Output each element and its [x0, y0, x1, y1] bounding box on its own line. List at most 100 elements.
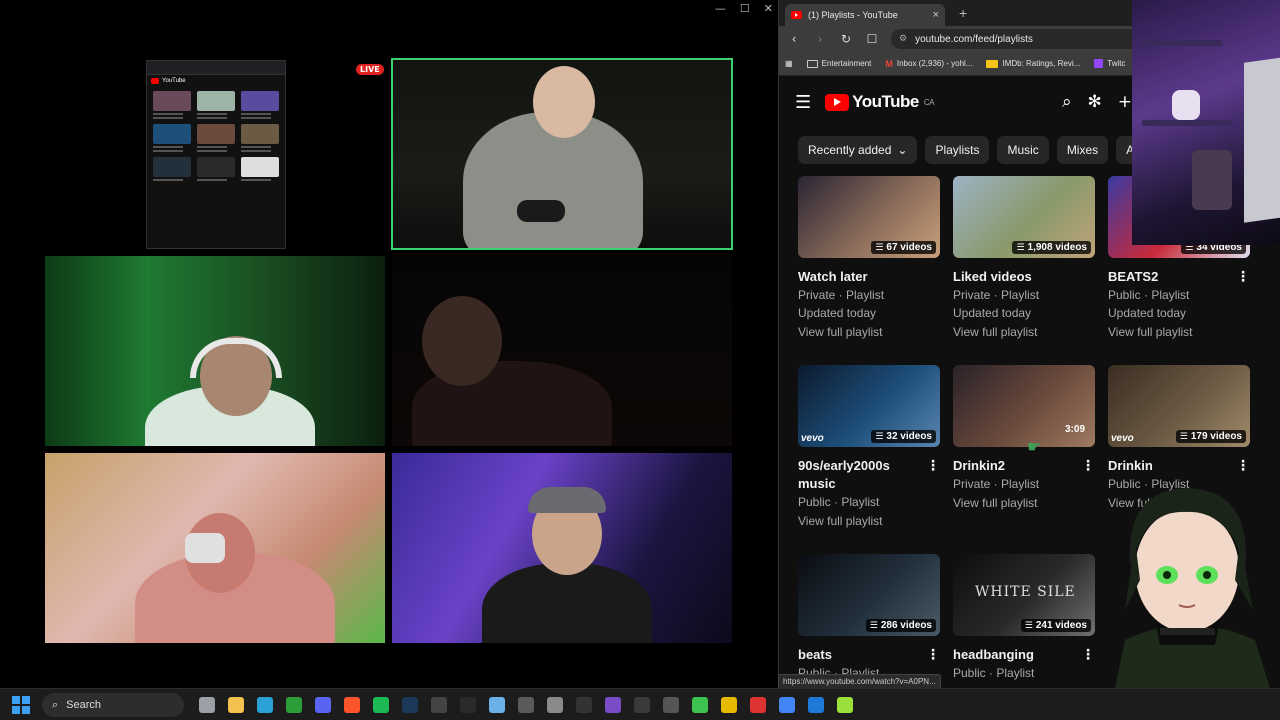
discord-icon-glyph [314, 696, 331, 713]
reload-button[interactable]: ↻ [839, 32, 853, 46]
chrome-2-icon[interactable] [772, 691, 801, 719]
bookmark-imdb[interactable]: IMDb: Ratings, Revi... [986, 59, 1080, 68]
bookmark-twitch[interactable]: Twitc [1094, 59, 1126, 68]
camera-icon[interactable] [656, 691, 685, 719]
playlist-thumbnail[interactable]: ☰ 67 videos [798, 176, 940, 258]
search-icon[interactable]: ⌕ [1062, 92, 1072, 112]
file-explorer-icon-glyph [227, 696, 244, 713]
mini-card [241, 157, 279, 181]
tab-youtube-playlists[interactable]: (1) Playlists - YouTube × [785, 4, 945, 26]
playlist-thumbnail[interactable]: ☰ 1,908 videos [953, 176, 1095, 258]
more-actions-icon[interactable]: ⋮ [926, 457, 940, 475]
add-icon[interactable]: + [1118, 92, 1132, 112]
taskbar-search[interactable]: ⌕ Search [42, 692, 184, 717]
playlist-card[interactable]: vevo ☰ 32 videos 90s/early2000s music ⋮ Publi… [798, 365, 940, 530]
bookmark-page-button[interactable]: ☐ [865, 32, 879, 46]
chip-mixes[interactable]: Mixes [1056, 136, 1109, 164]
youtube-logo[interactable]: YouTube CA [825, 92, 934, 112]
play-green-icon-glyph [691, 696, 708, 713]
participant-tile-4[interactable] [45, 453, 385, 643]
more-actions-icon[interactable]: ⋮ [1236, 268, 1250, 286]
play-green-icon[interactable] [685, 691, 714, 719]
more-actions-icon[interactable]: ⋮ [926, 646, 940, 664]
epic-games-icon-glyph [459, 696, 476, 713]
chip-label: Mixes [1066, 143, 1099, 157]
playlist-card[interactable]: ☰ 1,908 videos Liked videos Private · Playl… [953, 176, 1095, 341]
notepad-icon[interactable] [482, 691, 511, 719]
brave-icon[interactable] [337, 691, 366, 719]
participant-tile-5[interactable] [392, 453, 732, 643]
settings-icon-glyph [546, 696, 563, 713]
spotify-icon[interactable] [366, 691, 395, 719]
view-full-playlist-link[interactable]: View full playlist [798, 512, 940, 530]
participant-tile-3[interactable] [392, 256, 732, 446]
view-full-playlist-link[interactable]: View full playlist [1108, 323, 1250, 341]
view-full-playlist-link[interactable]: View full playlist [953, 494, 1095, 512]
playlist-card[interactable]: WHITE SILE ☰ 241 videos headbanging ⋮ Public … [953, 554, 1095, 682]
edge-icon[interactable] [250, 691, 279, 719]
minimize-button[interactable]: — [715, 2, 726, 15]
apps-icon[interactable]: ▦ [785, 59, 793, 68]
tab-close-icon[interactable]: × [933, 9, 939, 21]
video-count: 179 videos [1190, 431, 1242, 442]
vivaldi-icon[interactable] [743, 691, 772, 719]
screen-share-tile[interactable]: YouTube [146, 60, 286, 249]
view-full-playlist-link[interactable]: View full playlist [798, 323, 940, 341]
chip-music[interactable]: Music [997, 136, 1049, 164]
chip-recently-added[interactable]: Recently added ⌄ [798, 136, 918, 164]
chrome-icon[interactable] [714, 691, 743, 719]
playlist-title[interactable]: headbanging [953, 647, 1034, 662]
blue-app-icon[interactable] [801, 691, 830, 719]
obs-icon[interactable] [424, 691, 453, 719]
playlist-title[interactable]: Drinkin2 [953, 458, 1005, 473]
webcam-shelf [1142, 40, 1222, 46]
xbox-icon[interactable] [279, 691, 308, 719]
thumbnail-overlay-text: WHITE SILE [975, 584, 1076, 600]
file-explorer-icon[interactable] [221, 691, 250, 719]
bookmark-inbox[interactable]: M Inbox (2,936) - yohl... [885, 59, 972, 69]
close-button[interactable]: ✕ [764, 2, 773, 15]
maximize-button[interactable]: ☐ [740, 2, 750, 15]
video-count-badge: ☰ 286 videos [865, 619, 936, 632]
playlist-thumbnail[interactable]: vevo ☰ 179 videos [1108, 365, 1250, 447]
forward-button[interactable]: › [813, 32, 827, 46]
epic-games-icon[interactable] [453, 691, 482, 719]
spotify-icon-glyph [372, 696, 389, 713]
playlist-title[interactable]: 90s/early2000s music [798, 458, 890, 491]
playlist-title[interactable]: beats [798, 647, 832, 662]
discord-icon[interactable] [308, 691, 337, 719]
hamburger-menu-icon[interactable]: ☰ [795, 92, 811, 113]
playlist-title[interactable]: Liked videos [953, 269, 1032, 284]
playlist-thumbnail[interactable]: ☰ 286 videos [798, 554, 940, 636]
task-view-icon[interactable] [192, 691, 221, 719]
playlist-card[interactable]: ☰ 67 videos Watch later Private · Playlist U… [798, 176, 940, 341]
playlist-thumbnail[interactable]: 3:09 [953, 365, 1095, 447]
back-button[interactable]: ‹ [787, 32, 801, 46]
participant-tile-2[interactable] [45, 256, 385, 446]
media-icon[interactable] [627, 691, 656, 719]
play-lime-icon[interactable] [830, 691, 859, 719]
bookmark-entertainment[interactable]: Entertainment [806, 59, 871, 68]
more-actions-icon[interactable]: ⋮ [1081, 457, 1095, 475]
new-tab-button[interactable]: + [959, 5, 967, 21]
clipchamp-icon[interactable] [598, 691, 627, 719]
playlist-title[interactable]: Watch later [798, 269, 868, 284]
playlist-card[interactable]: 3:09 Drinkin2 ⋮ Private · Playlist View full… [953, 365, 1095, 512]
url-text[interactable]: youtube.com/feed/playlists [915, 34, 1033, 45]
create-icon[interactable]: ✻ [1088, 92, 1102, 112]
playlist-card[interactable]: ☰ 286 videos beats ⋮ Public · Playlist [798, 554, 940, 682]
calculator-icon[interactable] [511, 691, 540, 719]
playlist-thumbnail[interactable]: vevo ☰ 32 videos [798, 365, 940, 447]
site-info-icon[interactable]: ⚙ [899, 34, 907, 44]
more-actions-icon[interactable]: ⋮ [1081, 646, 1095, 664]
terminal-icon[interactable] [569, 691, 598, 719]
playlist-title[interactable]: BEATS2 [1108, 269, 1158, 284]
view-full-playlist-link[interactable]: View full playlist [953, 323, 1095, 341]
start-button[interactable] [12, 695, 30, 714]
steam-icon[interactable] [395, 691, 424, 719]
settings-icon[interactable] [540, 691, 569, 719]
video-count: 32 videos [886, 431, 932, 442]
playlist-thumbnail[interactable]: WHITE SILE ☰ 241 videos [953, 554, 1095, 636]
chip-playlists[interactable]: Playlists [925, 136, 990, 164]
participant-tile-1[interactable] [391, 58, 733, 250]
